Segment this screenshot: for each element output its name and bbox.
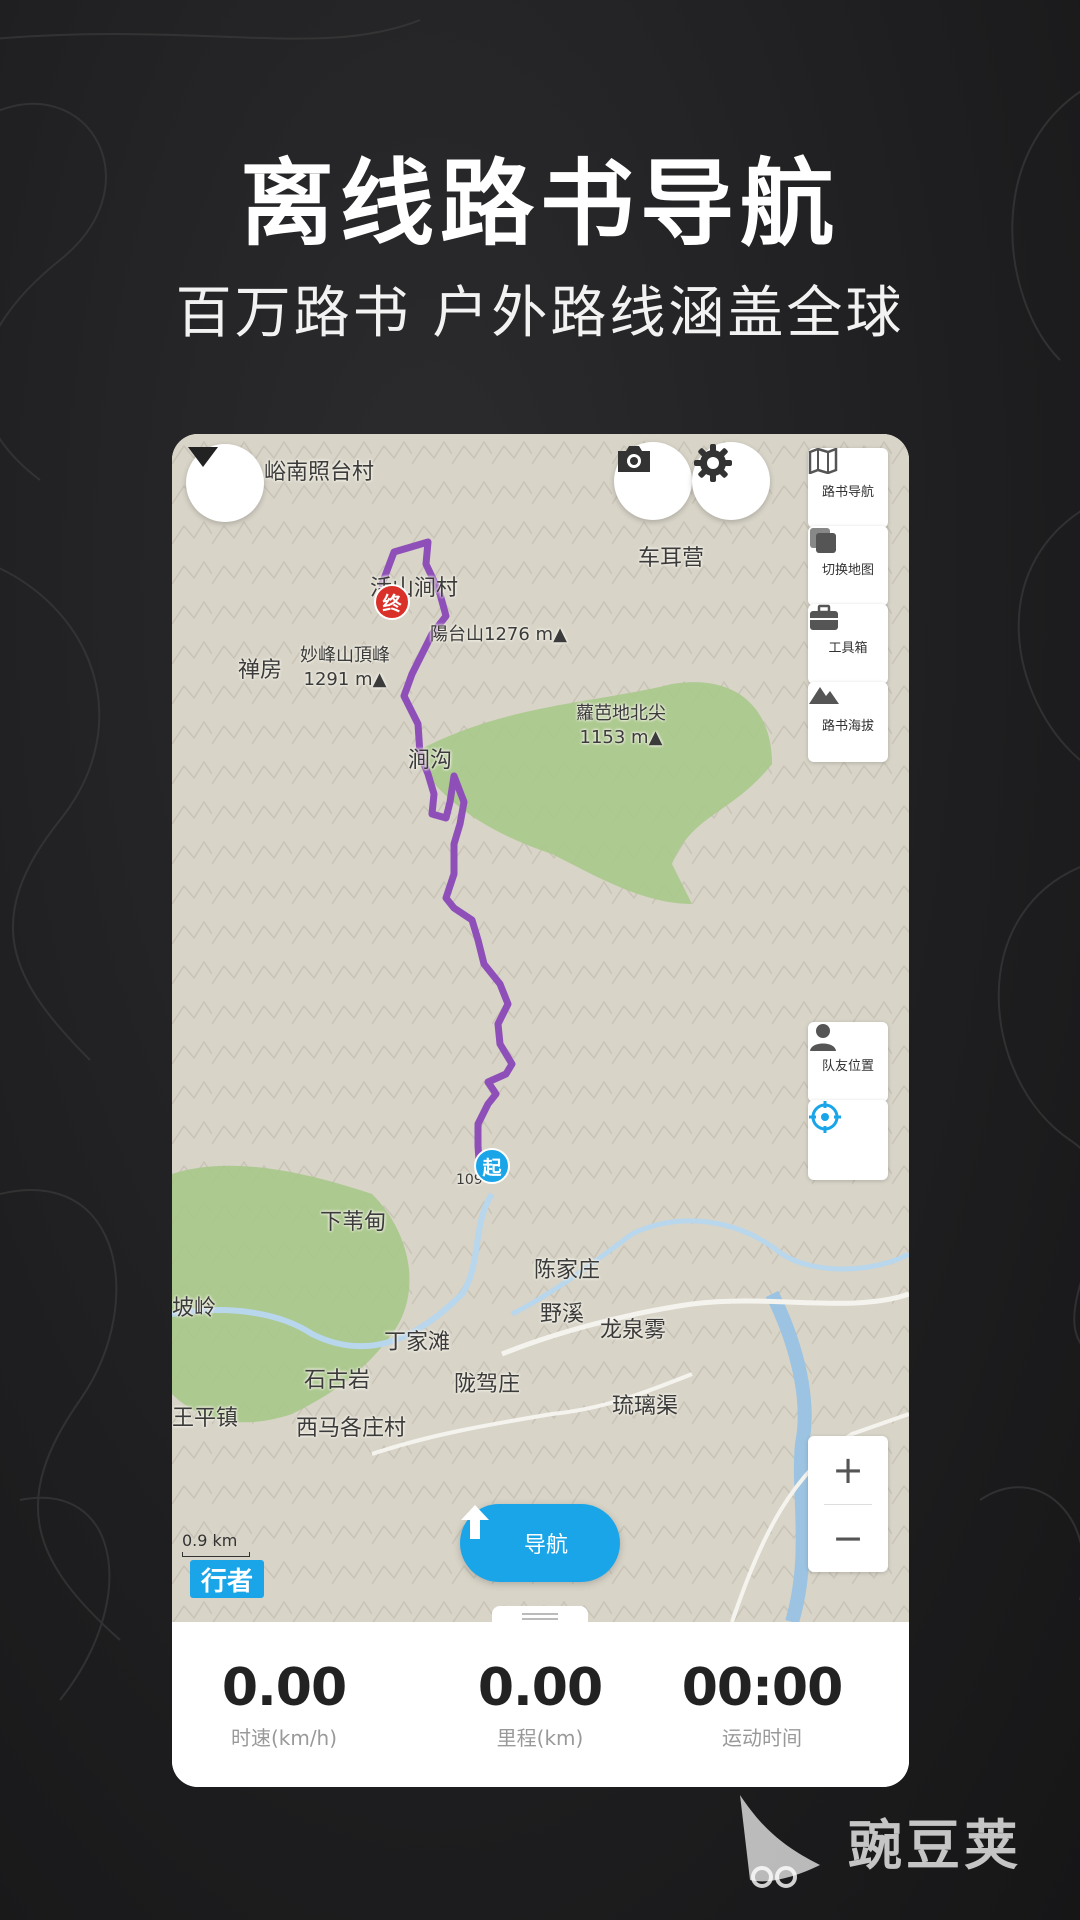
watermark: 豌豆荚 [730, 1785, 1022, 1895]
zoom-in-button[interactable]: + [808, 1436, 888, 1504]
crosshair-icon [809, 1101, 841, 1133]
peak-name: 妙峰山頂峰 [300, 645, 390, 666]
person-icon [810, 1024, 836, 1051]
panel-drag-handle[interactable] [492, 1606, 588, 1622]
zoom-out-button[interactable]: − [808, 1504, 888, 1572]
duration-value: 00:00 [681, 1658, 844, 1718]
speed-label: 时速(km/h) [230, 1726, 338, 1750]
gear-icon [694, 444, 732, 482]
place-label: 坡岭 [172, 1296, 217, 1321]
mountain-icon [809, 687, 839, 704]
place-label: 禅房 [238, 658, 283, 683]
locate-button[interactable] [808, 1100, 888, 1180]
place-label: 丁家滩 [384, 1330, 451, 1355]
peak-label: 陽台山1276 m▲ [430, 624, 567, 645]
promo-subline: 百万路书 户外路线涵盖全球 [175, 281, 905, 346]
place-label: 西马各庄村 [296, 1416, 407, 1441]
brand-logo: 行者 [190, 1560, 264, 1598]
navigate-button[interactable]: 导航 [460, 1504, 620, 1582]
roadbook-elevation-button[interactable]: 路书海拔 [808, 682, 888, 762]
place-label: 车耳营 [638, 546, 705, 571]
roadbook-nav-button[interactable]: 路书导航 [808, 448, 888, 528]
stats-panel: 0.00 时速(km/h) 0.00 里程(km) 00:00 运动时间 [172, 1622, 909, 1787]
distance-stat: 0.00 里程(km) [440, 1658, 640, 1751]
speed-stat: 0.00 时速(km/h) [184, 1658, 384, 1751]
terrain-map [172, 434, 909, 1622]
navigate-label: 导航 [523, 1533, 568, 1558]
map-view[interactable]: 梁儿峪南照台村 车耳营 活山涧村 陽台山1276 m▲ 禅房 妙峰山頂峰 129… [172, 434, 909, 1622]
peak-label: 妙峰山頂峰 1291 m▲ [300, 644, 390, 692]
roadbook-nav-label: 路书导航 [821, 484, 874, 500]
zoom-controls: + − [808, 1436, 888, 1572]
layers-icon [810, 528, 836, 553]
end-marker[interactable]: 终 [374, 584, 410, 620]
switch-map-label: 切换地图 [821, 562, 874, 578]
teammate-location-label: 队友位置 [821, 1058, 874, 1074]
peak-label: 蘿芭地北尖 1153 m▲ [576, 702, 666, 750]
triangle-down-icon [188, 447, 218, 467]
map-book-icon [808, 448, 838, 474]
place-label: 陈家庄 [534, 1258, 601, 1283]
promo-headline: 离线路书导航 [239, 150, 840, 259]
peak-name: 蘿芭地北尖 [576, 703, 666, 724]
toolbox-icon [810, 604, 838, 630]
roadbook-elevation-label: 路书海拔 [821, 718, 874, 734]
camera-button[interactable] [614, 442, 692, 520]
place-label: 陇驾庄 [454, 1372, 521, 1397]
watermark-text: 豌豆荚 [848, 1813, 1022, 1877]
place-label: 野溪 [540, 1302, 585, 1327]
scale-label: 0.9 km [182, 1531, 238, 1550]
speed-value: 0.00 [221, 1658, 347, 1718]
peak-elevation: 1153 m▲ [579, 727, 663, 748]
start-marker[interactable]: 起 [474, 1148, 510, 1184]
peak-elevation: 1291 m▲ [303, 669, 387, 690]
camera-icon [618, 446, 650, 472]
teammate-location-button[interactable]: 队友位置 [808, 1022, 888, 1102]
place-label: 王平镇 [172, 1406, 239, 1431]
wandoujia-logo-icon [740, 1795, 820, 1888]
settings-button[interactable] [692, 442, 770, 520]
place-label: 龙泉雾 [600, 1318, 667, 1343]
duration-label: 运动时间 [722, 1726, 802, 1750]
place-label: 下苇甸 [320, 1210, 387, 1235]
switch-map-button[interactable]: 切换地图 [808, 526, 888, 606]
toolbox-label: 工具箱 [828, 640, 868, 656]
distance-value: 0.00 [477, 1658, 603, 1718]
toolbox-button[interactable]: 工具箱 [808, 604, 888, 684]
place-label: 石古岩 [304, 1368, 371, 1393]
duration-stat: 00:00 运动时间 [662, 1658, 862, 1751]
collapse-button[interactable] [186, 444, 264, 522]
scale-bar [182, 1552, 250, 1557]
distance-label: 里程(km) [496, 1726, 584, 1750]
app-screenshot: 梁儿峪南照台村 车耳营 活山涧村 陽台山1276 m▲ 禅房 妙峰山頂峰 129… [172, 434, 909, 1787]
arrow-up-icon [461, 1505, 489, 1539]
place-label: 琉璃渠 [612, 1394, 679, 1419]
place-label: 涧沟 [408, 748, 453, 773]
